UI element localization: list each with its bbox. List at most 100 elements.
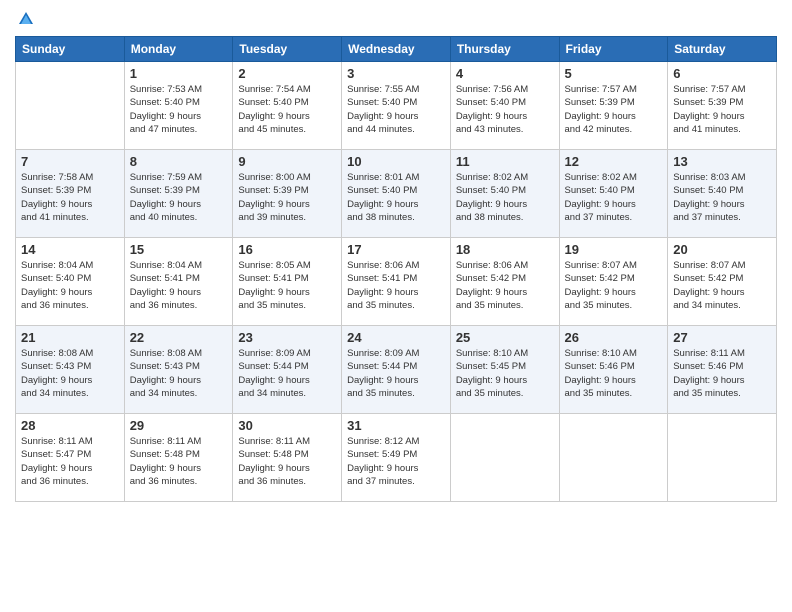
day-number: 20 (673, 242, 771, 257)
day-info: Sunrise: 8:08 AM Sunset: 5:43 PM Dayligh… (21, 347, 119, 400)
calendar-week-row: 7 Sunrise: 7:58 AM Sunset: 5:39 PM Daylig… (16, 150, 777, 238)
calendar-day-cell: 28 Sunrise: 8:11 AM Sunset: 5:47 PM Dayli… (16, 414, 125, 502)
day-info: Sunrise: 8:11 AM Sunset: 5:48 PM Dayligh… (238, 435, 336, 488)
day-number: 3 (347, 66, 445, 81)
page-container: SundayMondayTuesdayWednesdayThursdayFrid… (0, 0, 792, 612)
weekday-header: Wednesday (342, 37, 451, 62)
day-info: Sunrise: 7:54 AM Sunset: 5:40 PM Dayligh… (238, 83, 336, 136)
day-info: Sunrise: 8:07 AM Sunset: 5:42 PM Dayligh… (673, 259, 771, 312)
calendar-day-cell: 26 Sunrise: 8:10 AM Sunset: 5:46 PM Dayli… (559, 326, 668, 414)
day-number: 9 (238, 154, 336, 169)
day-number: 1 (130, 66, 228, 81)
day-info: Sunrise: 7:58 AM Sunset: 5:39 PM Dayligh… (21, 171, 119, 224)
day-number: 12 (565, 154, 663, 169)
logo-icon (17, 10, 35, 28)
calendar-week-row: 14 Sunrise: 8:04 AM Sunset: 5:40 PM Dayli… (16, 238, 777, 326)
calendar-day-cell: 7 Sunrise: 7:58 AM Sunset: 5:39 PM Daylig… (16, 150, 125, 238)
calendar-day-cell: 6Sunrise: 7:57 AM Sunset: 5:39 PM Daylig… (668, 62, 777, 150)
day-number: 29 (130, 418, 228, 433)
calendar-day-cell: 31 Sunrise: 8:12 AM Sunset: 5:49 PM Dayli… (342, 414, 451, 502)
day-info: Sunrise: 7:59 AM Sunset: 5:39 PM Dayligh… (130, 171, 228, 224)
day-info: Sunrise: 8:00 AM Sunset: 5:39 PM Dayligh… (238, 171, 336, 224)
day-number: 26 (565, 330, 663, 345)
calendar-day-cell: 16 Sunrise: 8:05 AM Sunset: 5:41 PM Dayli… (233, 238, 342, 326)
calendar-day-cell: 8 Sunrise: 7:59 AM Sunset: 5:39 PM Daylig… (124, 150, 233, 238)
day-number: 10 (347, 154, 445, 169)
calendar-day-cell: 30 Sunrise: 8:11 AM Sunset: 5:48 PM Dayli… (233, 414, 342, 502)
calendar-day-cell: 15 Sunrise: 8:04 AM Sunset: 5:41 PM Dayli… (124, 238, 233, 326)
calendar-header-row: SundayMondayTuesdayWednesdayThursdayFrid… (16, 37, 777, 62)
calendar-day-cell: 22 Sunrise: 8:08 AM Sunset: 5:43 PM Dayli… (124, 326, 233, 414)
day-number: 22 (130, 330, 228, 345)
calendar-day-cell (16, 62, 125, 150)
calendar-day-cell (450, 414, 559, 502)
header (15, 10, 777, 28)
calendar-day-cell (559, 414, 668, 502)
day-info: Sunrise: 8:06 AM Sunset: 5:42 PM Dayligh… (456, 259, 554, 312)
weekday-header: Monday (124, 37, 233, 62)
day-number: 21 (21, 330, 119, 345)
day-number: 4 (456, 66, 554, 81)
weekday-header: Friday (559, 37, 668, 62)
day-info: Sunrise: 8:10 AM Sunset: 5:46 PM Dayligh… (565, 347, 663, 400)
day-number: 11 (456, 154, 554, 169)
day-info: Sunrise: 8:05 AM Sunset: 5:41 PM Dayligh… (238, 259, 336, 312)
day-info: Sunrise: 7:57 AM Sunset: 5:39 PM Dayligh… (673, 83, 771, 136)
calendar-day-cell: 29 Sunrise: 8:11 AM Sunset: 5:48 PM Dayli… (124, 414, 233, 502)
day-number: 7 (21, 154, 119, 169)
calendar-day-cell: 17 Sunrise: 8:06 AM Sunset: 5:41 PM Dayli… (342, 238, 451, 326)
day-number: 15 (130, 242, 228, 257)
day-info: Sunrise: 8:09 AM Sunset: 5:44 PM Dayligh… (238, 347, 336, 400)
day-number: 18 (456, 242, 554, 257)
day-info: Sunrise: 8:02 AM Sunset: 5:40 PM Dayligh… (565, 171, 663, 224)
day-number: 8 (130, 154, 228, 169)
day-info: Sunrise: 7:56 AM Sunset: 5:40 PM Dayligh… (456, 83, 554, 136)
weekday-header: Tuesday (233, 37, 342, 62)
calendar-table: SundayMondayTuesdayWednesdayThursdayFrid… (15, 36, 777, 502)
day-number: 24 (347, 330, 445, 345)
day-number: 16 (238, 242, 336, 257)
calendar-day-cell: 11Sunrise: 8:02 AM Sunset: 5:40 PM Dayli… (450, 150, 559, 238)
calendar-day-cell: 20 Sunrise: 8:07 AM Sunset: 5:42 PM Dayli… (668, 238, 777, 326)
weekday-header: Sunday (16, 37, 125, 62)
day-number: 19 (565, 242, 663, 257)
day-number: 31 (347, 418, 445, 433)
calendar-day-cell: 24 Sunrise: 8:09 AM Sunset: 5:44 PM Dayli… (342, 326, 451, 414)
day-info: Sunrise: 8:04 AM Sunset: 5:41 PM Dayligh… (130, 259, 228, 312)
calendar-day-cell: 25Sunrise: 8:10 AM Sunset: 5:45 PM Dayli… (450, 326, 559, 414)
day-number: 23 (238, 330, 336, 345)
day-number: 17 (347, 242, 445, 257)
day-info: Sunrise: 7:53 AM Sunset: 5:40 PM Dayligh… (130, 83, 228, 136)
day-info: Sunrise: 8:06 AM Sunset: 5:41 PM Dayligh… (347, 259, 445, 312)
calendar-day-cell: 18 Sunrise: 8:06 AM Sunset: 5:42 PM Dayli… (450, 238, 559, 326)
calendar-day-cell: 1 Sunrise: 7:53 AM Sunset: 5:40 PM Daylig… (124, 62, 233, 150)
calendar-day-cell: 27Sunrise: 8:11 AM Sunset: 5:46 PM Dayli… (668, 326, 777, 414)
day-info: Sunrise: 8:09 AM Sunset: 5:44 PM Dayligh… (347, 347, 445, 400)
calendar-day-cell: 21 Sunrise: 8:08 AM Sunset: 5:43 PM Dayli… (16, 326, 125, 414)
day-info: Sunrise: 8:11 AM Sunset: 5:48 PM Dayligh… (130, 435, 228, 488)
calendar-week-row: 28 Sunrise: 8:11 AM Sunset: 5:47 PM Dayli… (16, 414, 777, 502)
day-number: 2 (238, 66, 336, 81)
calendar-day-cell: 5Sunrise: 7:57 AM Sunset: 5:39 PM Daylig… (559, 62, 668, 150)
calendar-week-row: 21 Sunrise: 8:08 AM Sunset: 5:43 PM Dayli… (16, 326, 777, 414)
calendar-day-cell: 19 Sunrise: 8:07 AM Sunset: 5:42 PM Dayli… (559, 238, 668, 326)
calendar-day-cell: 9 Sunrise: 8:00 AM Sunset: 5:39 PM Daylig… (233, 150, 342, 238)
day-info: Sunrise: 8:12 AM Sunset: 5:49 PM Dayligh… (347, 435, 445, 488)
weekday-header: Thursday (450, 37, 559, 62)
day-number: 13 (673, 154, 771, 169)
day-number: 28 (21, 418, 119, 433)
calendar-week-row: 1 Sunrise: 7:53 AM Sunset: 5:40 PM Daylig… (16, 62, 777, 150)
day-info: Sunrise: 8:03 AM Sunset: 5:40 PM Dayligh… (673, 171, 771, 224)
calendar-day-cell: 2 Sunrise: 7:54 AM Sunset: 5:40 PM Daylig… (233, 62, 342, 150)
weekday-header: Saturday (668, 37, 777, 62)
day-info: Sunrise: 8:04 AM Sunset: 5:40 PM Dayligh… (21, 259, 119, 312)
calendar-day-cell: 10Sunrise: 8:01 AM Sunset: 5:40 PM Dayli… (342, 150, 451, 238)
day-info: Sunrise: 8:07 AM Sunset: 5:42 PM Dayligh… (565, 259, 663, 312)
day-info: Sunrise: 7:57 AM Sunset: 5:39 PM Dayligh… (565, 83, 663, 136)
day-info: Sunrise: 8:10 AM Sunset: 5:45 PM Dayligh… (456, 347, 554, 400)
day-info: Sunrise: 8:11 AM Sunset: 5:47 PM Dayligh… (21, 435, 119, 488)
day-number: 14 (21, 242, 119, 257)
day-info: Sunrise: 8:08 AM Sunset: 5:43 PM Dayligh… (130, 347, 228, 400)
calendar-day-cell: 23 Sunrise: 8:09 AM Sunset: 5:44 PM Dayli… (233, 326, 342, 414)
day-number: 30 (238, 418, 336, 433)
